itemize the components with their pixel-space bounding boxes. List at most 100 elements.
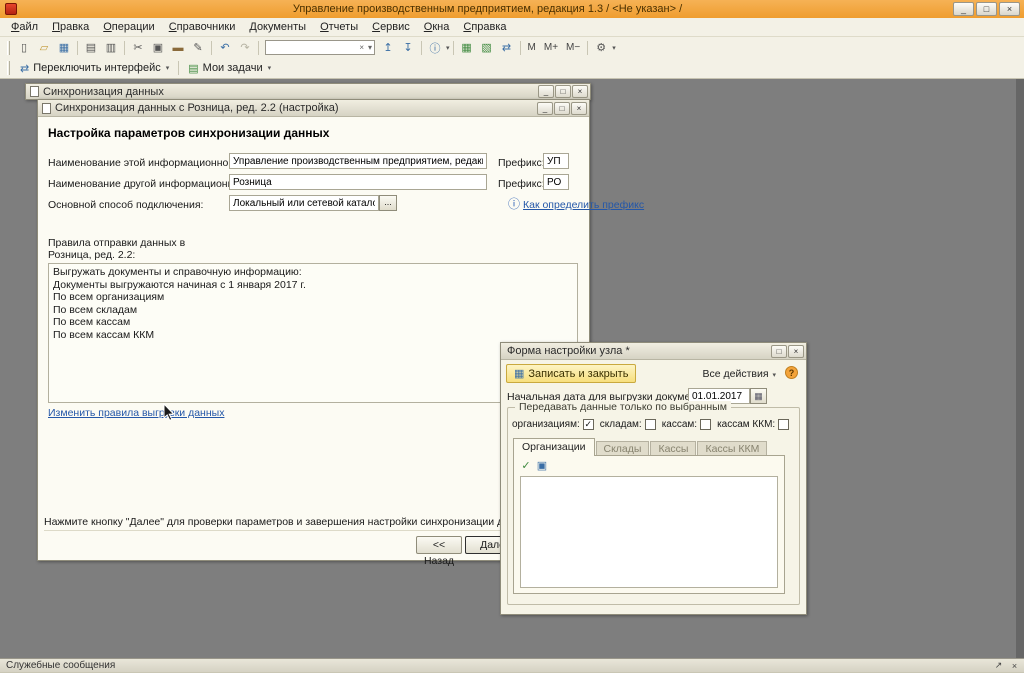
back-button[interactable]: << Назад: [416, 536, 462, 554]
menu-catalogs[interactable]: Справочники: [162, 19, 243, 35]
search-input[interactable]: [266, 42, 357, 54]
restore-button[interactable]: □: [554, 102, 570, 115]
minimize-button[interactable]: _: [537, 102, 553, 115]
menu-documents[interactable]: Документы: [242, 19, 313, 35]
toolbar-grip[interactable]: [7, 41, 10, 55]
print-icon[interactable]: ▤: [82, 40, 100, 56]
save-icon: ▦: [514, 367, 524, 380]
undo-icon[interactable]: ↶: [216, 40, 234, 56]
close-button[interactable]: ×: [571, 102, 587, 115]
data-exchange-icon[interactable]: ⇄: [498, 40, 516, 56]
checkbox-warehouses-box[interactable]: [645, 419, 656, 430]
my-tasks-button[interactable]: ▤ Мои задачи ▾: [182, 61, 277, 76]
toolbar-grip[interactable]: [7, 61, 10, 75]
copy-icon[interactable]: ▣: [149, 40, 167, 56]
save-and-close-label: Записать и закрыть: [528, 368, 628, 380]
tab-warehouses[interactable]: Склады: [596, 441, 650, 456]
toolbar-separator: [258, 41, 259, 55]
prefix-help-link[interactable]: Как определить префикс: [523, 199, 644, 211]
help-button[interactable]: ?: [785, 366, 798, 379]
checkbox-kkm-box[interactable]: [778, 419, 789, 430]
save-icon[interactable]: ▦: [55, 40, 73, 56]
rules-line: Выгружать документы и справочную информа…: [53, 266, 573, 279]
restore-button[interactable]: □: [555, 85, 571, 98]
other-base-input[interactable]: [229, 174, 487, 190]
checkbox-organizations[interactable]: организациям: ✓: [512, 419, 594, 430]
memory-button[interactable]: М: [525, 40, 539, 56]
detach-panel-icon[interactable]: ↗: [992, 660, 1005, 671]
copy-items-icon[interactable]: ▣: [535, 459, 549, 473]
close-panel-icon[interactable]: ×: [1008, 661, 1021, 671]
maximize-button[interactable]: □: [771, 345, 787, 358]
filter-group-title: Передавать данные только по выбранным: [515, 401, 731, 413]
checkbox-warehouses[interactable]: складам:: [600, 419, 656, 430]
memory-plus-button[interactable]: М+: [541, 40, 561, 56]
close-button[interactable]: ×: [572, 85, 588, 98]
tab-organizations[interactable]: Организации: [513, 438, 595, 456]
checkbox-warehouses-label: складам:: [600, 419, 642, 430]
checkbox-cash-registers-box[interactable]: [700, 419, 711, 430]
info-icon: ⓘ: [508, 198, 520, 210]
this-prefix-input[interactable]: [543, 153, 569, 169]
tools-icon[interactable]: ⚙: [592, 40, 610, 56]
menu-edit[interactable]: Правка: [45, 19, 96, 35]
checkbox-cash-registers[interactable]: кассам:: [662, 419, 711, 430]
chevron-down-icon[interactable]: ▾: [446, 44, 450, 52]
toolbar-separator: [77, 41, 78, 55]
sync-list-titlebar[interactable]: Синхронизация данных _ □ ×: [25, 83, 591, 100]
switch-interface-button[interactable]: ⇄ Переключить интерфейс ▾: [14, 61, 175, 76]
all-actions-button[interactable]: Все действия ▾: [703, 368, 776, 380]
board-icon[interactable]: ▦: [458, 40, 476, 56]
clear-search-icon[interactable]: ×: [357, 43, 366, 52]
paste-icon[interactable]: ▬: [169, 40, 187, 56]
connection-input[interactable]: [229, 195, 379, 211]
menu-service[interactable]: Сервис: [365, 19, 417, 35]
toolbar-separator: [520, 41, 521, 55]
quick-search-combo[interactable]: × ▾: [265, 40, 375, 55]
sync-setup-titlebar[interactable]: Синхронизация данных с Розница, ред. 2.2…: [38, 100, 589, 117]
cut-icon[interactable]: ✂: [129, 40, 147, 56]
sync-setup-title: Синхронизация данных с Розница, ред. 2.2…: [55, 102, 537, 114]
menu-help[interactable]: Справка: [456, 19, 513, 35]
checkbox-kkm[interactable]: кассам ККМ:: [717, 419, 789, 430]
calendar-picker-icon[interactable]: ▦: [750, 388, 767, 404]
minimize-button[interactable]: _: [953, 2, 974, 16]
print-preview-icon[interactable]: ▥: [102, 40, 120, 56]
node-titlebar[interactable]: Форма настройки узла * □ ×: [501, 343, 806, 360]
browse-button[interactable]: ...: [379, 195, 397, 211]
find-next-icon[interactable]: ↧: [399, 40, 417, 56]
change-rules-link[interactable]: Изменить правила выгрузки данных: [48, 407, 224, 419]
checkbox-organizations-label: организациям:: [512, 419, 580, 430]
close-button[interactable]: ×: [788, 345, 804, 358]
tab-cash-registers[interactable]: Кассы: [650, 441, 696, 456]
menu-windows[interactable]: Окна: [417, 19, 457, 35]
open-folder-icon[interactable]: ▱: [35, 40, 53, 56]
this-base-input[interactable]: [229, 153, 487, 169]
menu-operations[interactable]: Операции: [96, 19, 161, 35]
pick-items-icon[interactable]: ✓: [519, 459, 533, 473]
info-icon[interactable]: ⓘ: [426, 40, 444, 56]
tab-kkm[interactable]: Кассы ККМ: [697, 441, 767, 456]
table-icon[interactable]: ▧: [478, 40, 496, 56]
redo-icon[interactable]: ↷: [236, 40, 254, 56]
menu-reports[interactable]: Отчеты: [313, 19, 365, 35]
save-and-close-button[interactable]: ▦ Записать и закрыть: [506, 364, 636, 383]
new-document-icon[interactable]: ▯: [15, 40, 33, 56]
checkbox-organizations-box[interactable]: ✓: [583, 419, 594, 430]
organizations-list[interactable]: [520, 476, 778, 588]
app-titlebar: Управление производственным предприятием…: [0, 0, 1024, 18]
memory-minus-button[interactable]: М−: [563, 40, 583, 56]
menu-file[interactable]: Файл: [4, 19, 45, 35]
service-messages-bar[interactable]: Служебные сообщения ↗ ×: [0, 658, 1024, 672]
chevron-down-icon[interactable]: ▾: [366, 43, 374, 52]
chevron-down-icon[interactable]: ▾: [612, 44, 616, 52]
checkbox-cash-registers-label: кассам:: [662, 419, 697, 430]
restore-button[interactable]: □: [976, 2, 997, 16]
close-button[interactable]: ×: [999, 2, 1020, 16]
toolbar-separator: [587, 41, 588, 55]
find-previous-icon[interactable]: ↥: [379, 40, 397, 56]
other-prefix-input[interactable]: [543, 174, 569, 190]
sync-list-title: Синхронизация данных: [43, 86, 538, 98]
format-icon[interactable]: ✎: [189, 40, 207, 56]
minimize-button[interactable]: _: [538, 85, 554, 98]
